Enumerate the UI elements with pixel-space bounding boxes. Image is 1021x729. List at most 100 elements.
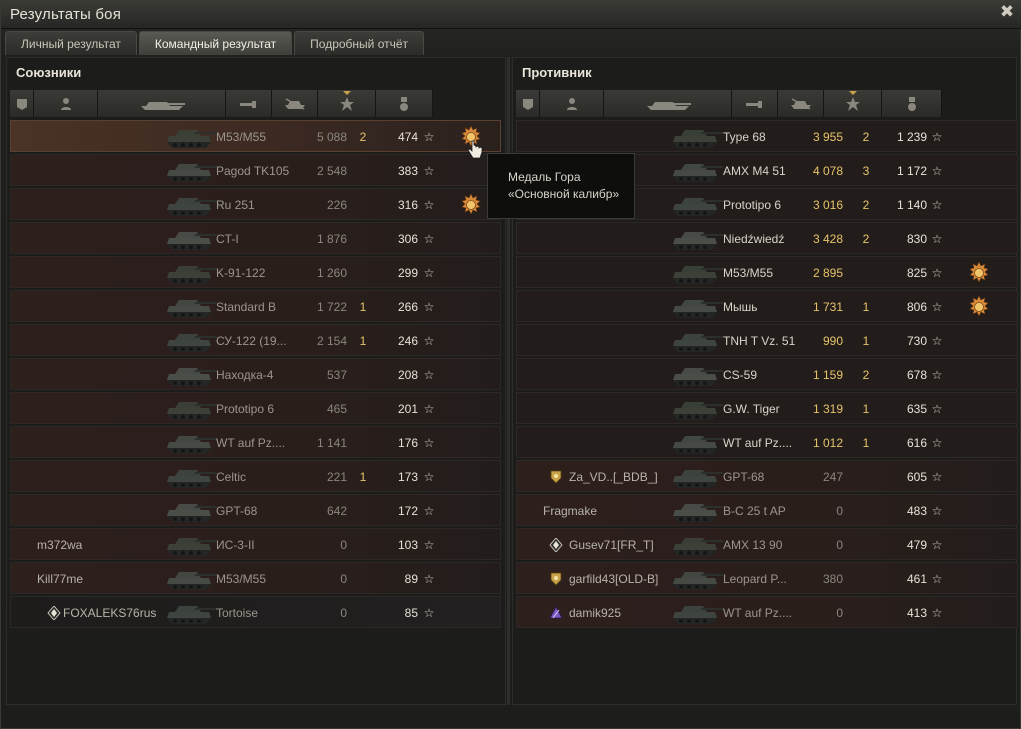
- player-name[interactable]: [37, 325, 177, 357]
- enemies-header-medal[interactable]: [882, 90, 942, 117]
- player-name[interactable]: [37, 359, 177, 391]
- player-name[interactable]: [37, 461, 177, 493]
- player-name[interactable]: [37, 121, 177, 153]
- damage-value: 1 319: [812, 402, 843, 416]
- ally-row[interactable]: Kill77me M53/M55 0 89 ☆: [10, 562, 501, 594]
- tank-icon: [667, 327, 725, 355]
- ally-row[interactable]: Prototipo 6 465 201 ☆: [10, 392, 501, 424]
- allies-header-frags[interactable]: [272, 90, 318, 117]
- enemies-header-damage[interactable]: [732, 90, 778, 117]
- enemy-row[interactable]: Fragmake B-C 25 t AP 0 483 ☆: [516, 494, 1018, 526]
- damage-value: 0: [836, 538, 843, 552]
- enemy-row[interactable]: Type 68 3 955 2 1 239 ☆: [516, 120, 1018, 152]
- player-name[interactable]: [543, 223, 683, 255]
- ally-row[interactable]: WT auf Pz.... 1 141 176 ☆: [10, 426, 501, 458]
- xp-star-icon: ☆: [931, 300, 943, 314]
- ally-row[interactable]: Standard B 1 722 1 266 ☆: [10, 290, 501, 322]
- tab-detailed-report[interactable]: Подробный отчёт: [294, 31, 425, 55]
- tank-name: WT auf Pz....: [216, 436, 286, 450]
- player-name[interactable]: [37, 291, 177, 323]
- ally-row[interactable]: K-91-122 1 260 299 ☆: [10, 256, 501, 288]
- player-name[interactable]: [543, 359, 683, 391]
- tank-name: Prototipo 6: [723, 198, 782, 212]
- ally-row[interactable]: Находка-4 537 208 ☆: [10, 358, 501, 390]
- allies-header-medal[interactable]: [376, 90, 433, 117]
- xp-value: 474: [397, 130, 418, 144]
- medal-icon: [906, 96, 918, 112]
- xp-value: 483: [906, 504, 927, 518]
- enemy-row[interactable]: CS-59 1 159 2 678 ☆: [516, 358, 1018, 390]
- xp-value: 246: [397, 334, 418, 348]
- tank-name: M53/M55: [216, 130, 267, 144]
- player-name[interactable]: [37, 427, 177, 459]
- enemy-row[interactable]: Мышь 1 731 1 806 ☆: [516, 290, 1018, 322]
- frags-value: [353, 189, 373, 221]
- player-name[interactable]: [37, 393, 177, 425]
- allies-header-tank[interactable]: [98, 90, 226, 117]
- frags-value: [856, 597, 876, 629]
- allies-header-platoon[interactable]: [10, 90, 34, 117]
- player-name[interactable]: [543, 121, 683, 153]
- tab-personal-result[interactable]: Личный результат: [5, 31, 137, 55]
- allies-header-xp-star[interactable]: [318, 90, 376, 117]
- allies-header-damage[interactable]: [226, 90, 272, 117]
- enemy-row[interactable]: Niedźwiedź 3 428 2 830 ☆: [516, 222, 1018, 254]
- enemies-header-xp-star[interactable]: [824, 90, 882, 117]
- ally-row[interactable]: GPT-68 642 172 ☆: [10, 494, 501, 526]
- player-name[interactable]: [37, 257, 177, 289]
- medal-icon[interactable]: [968, 295, 990, 318]
- player-name[interactable]: [543, 325, 683, 357]
- ally-row[interactable]: M53/M55 5 088 2 474 ☆: [10, 120, 501, 152]
- enemy-row[interactable]: M53/M55 2 895 825 ☆: [516, 256, 1018, 288]
- ally-row[interactable]: CT-I 1 876 306 ☆: [10, 222, 501, 254]
- xp-value: 635: [906, 402, 927, 416]
- frags-value: 2: [862, 130, 870, 144]
- player-name[interactable]: [543, 427, 683, 459]
- medal-icon[interactable]: [968, 261, 990, 284]
- enemies-header-player[interactable]: [540, 90, 604, 117]
- player-name[interactable]: [37, 189, 177, 221]
- enemy-row[interactable]: TNH T Vz. 51 990 1 730 ☆: [516, 324, 1018, 356]
- ally-row[interactable]: FOXALEKS76rus Tortoise 0 85 ☆: [10, 596, 501, 628]
- ally-row[interactable]: Pagod TK105 2 548 383 ☆: [10, 154, 501, 186]
- frags-value: 1: [359, 300, 367, 314]
- tank-name: Ru 251: [216, 198, 255, 212]
- enemy-row[interactable]: Gusev71[FR_T] AMX 13 90 0 479 ☆: [516, 528, 1018, 560]
- ally-row[interactable]: СУ-122 (19... 2 154 1 246 ☆: [10, 324, 501, 356]
- ally-row[interactable]: Celtic 221 1 173 ☆: [10, 460, 501, 492]
- xp-value: 208: [397, 368, 418, 382]
- allies-header-player[interactable]: [34, 90, 98, 117]
- xp-value: 1 172: [896, 164, 927, 178]
- player-name[interactable]: m372wa: [37, 529, 177, 561]
- player-name[interactable]: [543, 257, 683, 289]
- enemy-row[interactable]: Za_VD..[_BDB_] GPT-68 247 605 ☆: [516, 460, 1018, 492]
- tank-name: CT-I: [216, 232, 239, 246]
- ally-row[interactable]: Ru 251 226 316 ☆: [10, 188, 501, 220]
- enemy-row[interactable]: WT auf Pz.... 1 012 1 616 ☆: [516, 426, 1018, 458]
- frags-value: [353, 393, 373, 425]
- tooltip-line-2: «Основной калибр»: [508, 187, 620, 201]
- enemy-row[interactable]: garfild43[OLD-B] Leopard P... 380 461 ☆: [516, 562, 1018, 594]
- player-name[interactable]: [37, 155, 177, 187]
- tank-icon: [161, 225, 219, 253]
- medal-icon[interactable]: [460, 193, 482, 216]
- player-name[interactable]: [37, 495, 177, 527]
- enemies-header-platoon[interactable]: [516, 90, 540, 117]
- damage-value: 3 428: [812, 232, 843, 246]
- ally-row[interactable]: m372wa ИС-3-II 0 103 ☆: [10, 528, 501, 560]
- enemies-header-frags[interactable]: [778, 90, 824, 117]
- frags-value: [353, 597, 373, 629]
- tank-icon: [161, 463, 219, 491]
- enemies-header-tank[interactable]: [604, 90, 732, 117]
- player-name[interactable]: [543, 291, 683, 323]
- player-name[interactable]: Fragmake: [543, 495, 683, 527]
- player-name[interactable]: [37, 223, 177, 255]
- player-name[interactable]: Kill77me: [37, 563, 177, 595]
- allies-panel: Союзники M53/M55 5 088 2 474 ☆ Pagod TK105 2 …: [6, 57, 506, 705]
- enemy-row[interactable]: damik925 WT auf Pz.... 0 413 ☆: [516, 596, 1018, 628]
- enemy-row[interactable]: G.W. Tiger 1 319 1 635 ☆: [516, 392, 1018, 424]
- player-name[interactable]: [543, 393, 683, 425]
- close-icon[interactable]: ✖: [998, 3, 1016, 21]
- allies-title: Союзники: [16, 65, 82, 80]
- tab-team-result[interactable]: Командный результат: [138, 31, 293, 55]
